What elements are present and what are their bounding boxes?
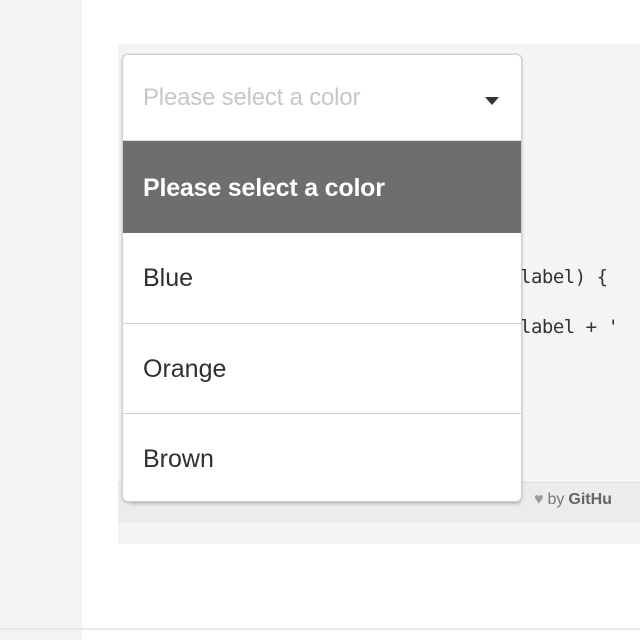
code-line-1: label) {: [520, 266, 608, 288]
color-option-label: Brown: [143, 445, 214, 473]
code-line-2: label + ': [520, 316, 619, 338]
color-option-label: Please select a color: [143, 174, 385, 202]
github-link[interactable]: GitHu: [568, 491, 612, 509]
color-option-label: Blue: [143, 264, 194, 292]
bottom-divider: [0, 628, 640, 630]
color-option-brown[interactable]: Brown: [123, 413, 521, 501]
footer-by-text: by: [547, 491, 565, 508]
chevron-down-icon[interactable]: [485, 97, 499, 105]
footer-credit: ♥ by GitHu: [534, 491, 612, 509]
heart-icon: ♥: [534, 491, 544, 508]
page: label) { label + ' ♥ by GitHu Please sel…: [0, 0, 640, 640]
color-select[interactable]: Please select a color Please select a co…: [122, 54, 522, 502]
color-select-placeholder: Please select a color: [143, 84, 361, 111]
color-option-orange[interactable]: Orange: [123, 323, 521, 413]
color-option-blue[interactable]: Blue: [123, 233, 521, 323]
color-option-label: Orange: [143, 355, 227, 383]
color-option-placeholder[interactable]: Please select a color: [123, 141, 521, 233]
left-gutter: [0, 0, 82, 640]
color-select-trigger[interactable]: Please select a color: [123, 55, 521, 141]
